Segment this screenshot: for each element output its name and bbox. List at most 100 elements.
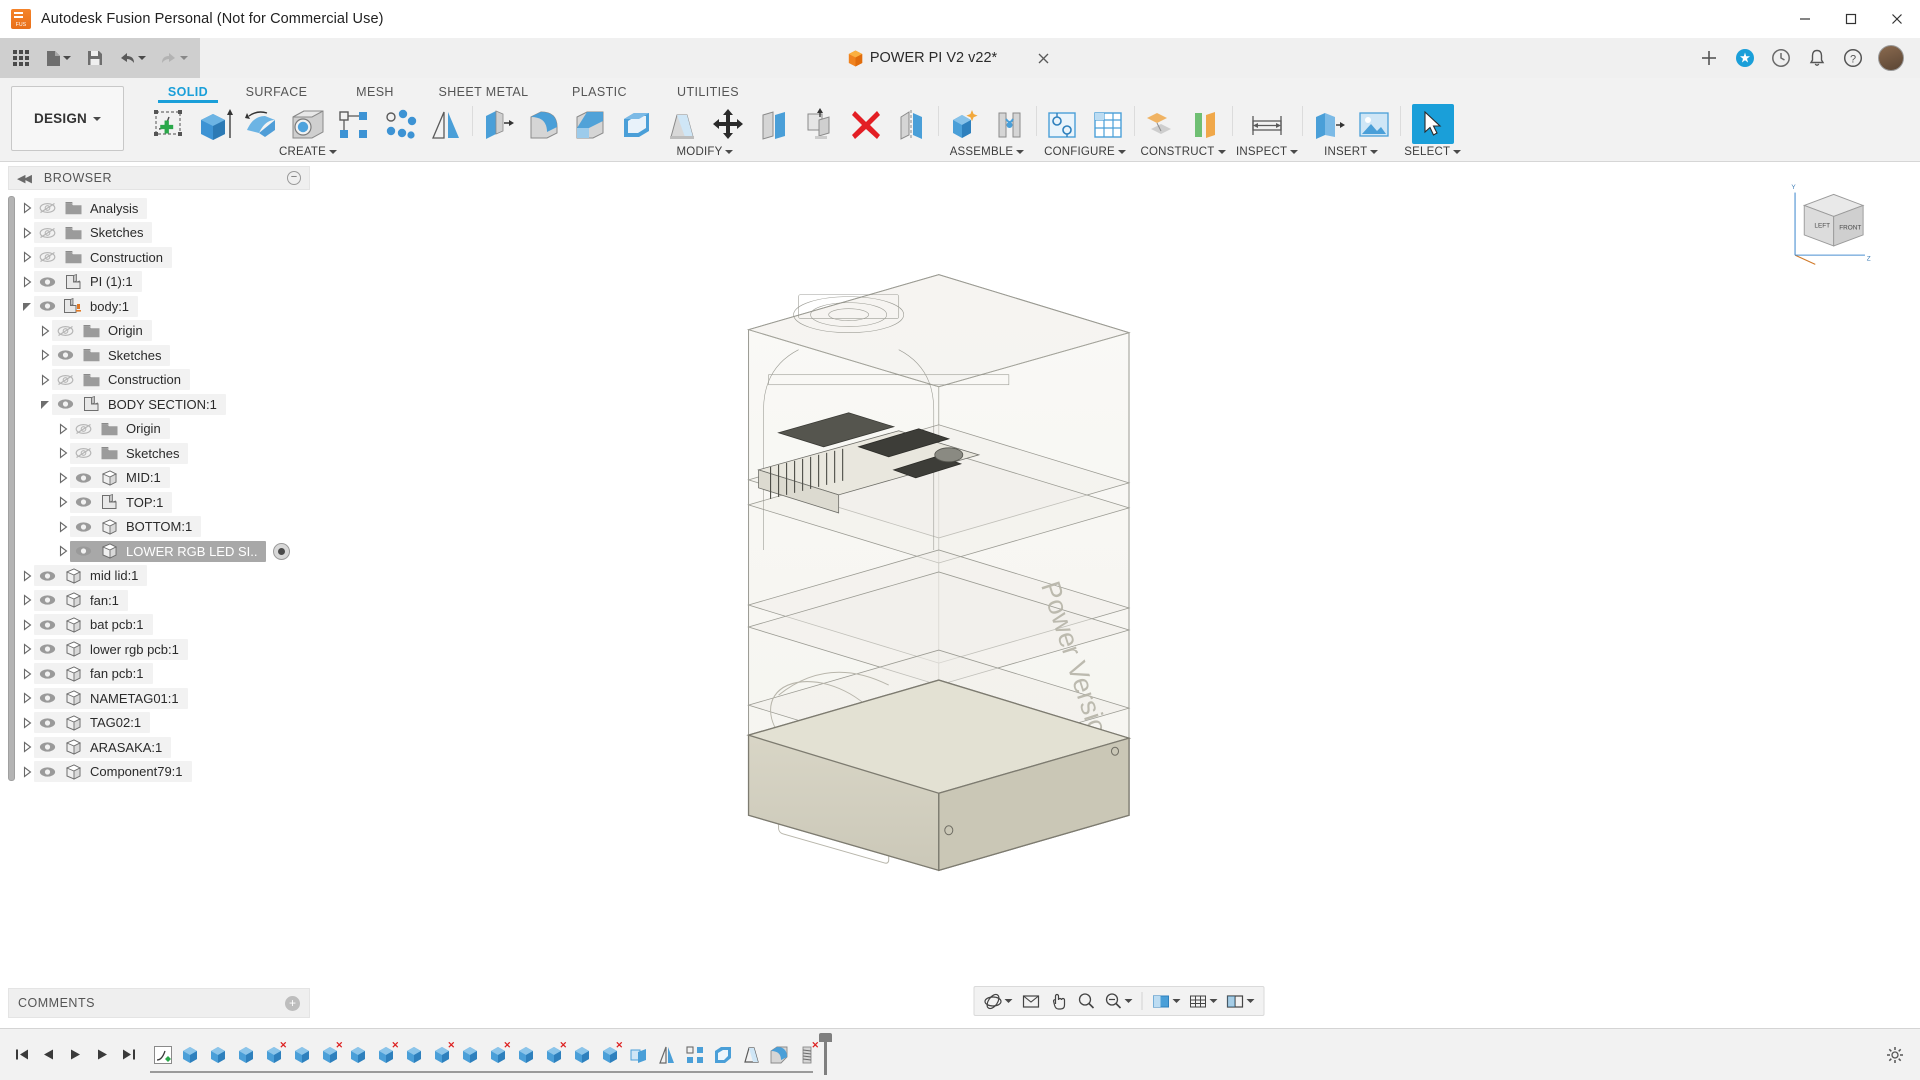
timeline-feature[interactable] bbox=[654, 1040, 680, 1070]
browser-row[interactable]: fan pcb:1 bbox=[0, 662, 318, 687]
browser-row-body[interactable]: body:1 bbox=[34, 295, 139, 317]
expand-triangle-closed-icon[interactable] bbox=[20, 740, 34, 754]
panel-label-create[interactable]: CREATE bbox=[279, 146, 337, 158]
eye-visible-icon[interactable] bbox=[52, 398, 78, 410]
expand-triangle-closed-icon[interactable] bbox=[20, 226, 34, 240]
add-tab-icon[interactable] bbox=[1698, 47, 1720, 69]
tab-mesh[interactable]: MESH bbox=[329, 85, 421, 102]
browser-row-body[interactable]: Origin bbox=[52, 320, 152, 342]
rectangular-pattern-button[interactable] bbox=[332, 104, 376, 146]
undo-icon[interactable] bbox=[112, 42, 152, 74]
browser-row-body[interactable]: LOWER RGB LED SI.. bbox=[70, 540, 267, 562]
display-settings-icon[interactable] bbox=[1149, 988, 1184, 1014]
eye-visible-icon[interactable] bbox=[34, 619, 60, 631]
eye-visible-icon[interactable] bbox=[70, 496, 96, 508]
design-canvas[interactable]: Power Version 2 LEFT FRONT Y Z bbox=[318, 162, 1920, 1028]
bell-icon[interactable] bbox=[1806, 47, 1828, 69]
eye-visible-icon[interactable] bbox=[34, 276, 60, 288]
expand-triangle-closed-icon[interactable] bbox=[38, 373, 52, 387]
timeline-feature[interactable] bbox=[290, 1040, 316, 1070]
offset-plane-button[interactable] bbox=[1138, 104, 1182, 146]
workspace-selector[interactable]: DESIGN bbox=[11, 86, 124, 151]
panel-label-insert[interactable]: INSERT bbox=[1324, 146, 1379, 158]
timeline-feature[interactable]: ✕ bbox=[318, 1040, 344, 1070]
tab-close-icon[interactable] bbox=[1037, 52, 1050, 65]
eye-visible-icon[interactable] bbox=[70, 472, 96, 484]
browser-row[interactable]: Origin bbox=[0, 319, 318, 344]
timeline-feature[interactable] bbox=[150, 1040, 176, 1070]
fillet-button[interactable] bbox=[522, 104, 566, 146]
browser-row-body[interactable]: mid lid:1 bbox=[34, 565, 148, 587]
expand-triangle-closed-icon[interactable] bbox=[20, 716, 34, 730]
create-sketch-button[interactable] bbox=[148, 104, 192, 146]
browser-row-body[interactable]: fan:1 bbox=[34, 589, 128, 611]
new-component-button[interactable] bbox=[942, 104, 986, 146]
browser-row[interactable]: fan:1 bbox=[0, 588, 318, 613]
eye-hidden-icon[interactable] bbox=[34, 227, 60, 239]
browser-row-body[interactable]: Sketches bbox=[34, 222, 153, 244]
new-file-icon[interactable] bbox=[38, 42, 78, 74]
expand-triangle-closed-icon[interactable] bbox=[20, 765, 34, 779]
app-grid-icon[interactable] bbox=[6, 42, 36, 74]
timeline-feature[interactable] bbox=[710, 1040, 736, 1070]
expand-triangle-closed-icon[interactable] bbox=[20, 618, 34, 632]
expand-triangle-closed-icon[interactable] bbox=[56, 422, 70, 436]
eye-visible-icon[interactable] bbox=[34, 594, 60, 606]
timeline-feature[interactable] bbox=[738, 1040, 764, 1070]
extensions-icon[interactable] bbox=[1734, 47, 1756, 69]
panel-label-construct[interactable]: CONSTRUCT bbox=[1141, 146, 1226, 158]
expand-triangle-closed-icon[interactable] bbox=[56, 495, 70, 509]
browser-row[interactable]: Component79:1 bbox=[0, 760, 318, 785]
eye-hidden-icon[interactable] bbox=[70, 423, 96, 435]
expand-triangle-closed-icon[interactable] bbox=[20, 569, 34, 583]
more-options-button[interactable] bbox=[273, 542, 291, 560]
timeline-settings-icon[interactable] bbox=[1882, 1040, 1908, 1070]
eye-hidden-icon[interactable] bbox=[70, 447, 96, 459]
timeline-feature[interactable]: ✕ bbox=[262, 1040, 288, 1070]
expand-triangle-closed-icon[interactable] bbox=[20, 250, 34, 264]
move-copy-button[interactable] bbox=[706, 104, 750, 146]
timeline-features[interactable]: ✕ ✕ ✕ ✕ ✕ ✕ ✕ ✕ bbox=[150, 1032, 832, 1075]
document-tab[interactable]: POWER PI V2 v22* bbox=[200, 50, 1698, 67]
collapse-left-icon[interactable]: ◀◀ bbox=[17, 172, 32, 185]
timeline-feature[interactable]: ✕ bbox=[430, 1040, 456, 1070]
timeline-feature[interactable] bbox=[682, 1040, 708, 1070]
eye-hidden-icon[interactable] bbox=[34, 251, 60, 263]
expand-triangle-closed-icon[interactable] bbox=[20, 667, 34, 681]
skip-start-icon[interactable] bbox=[8, 1040, 34, 1070]
eye-visible-icon[interactable] bbox=[34, 741, 60, 753]
eye-visible-icon[interactable] bbox=[34, 717, 60, 729]
browser-row[interactable]: Sketches bbox=[0, 441, 318, 466]
chamfer-button[interactable] bbox=[568, 104, 612, 146]
browser-row[interactable]: Construction bbox=[0, 245, 318, 270]
browser-row-body[interactable]: Component79:1 bbox=[34, 761, 192, 783]
timeline-feature[interactable]: ✕ bbox=[542, 1040, 568, 1070]
browser-row[interactable]: lower rgb pcb:1 bbox=[0, 637, 318, 662]
model-3d-view[interactable]: Power Version 2 bbox=[318, 162, 1920, 1028]
browser-row-body[interactable]: Sketches bbox=[70, 442, 189, 464]
timeline-feature[interactable] bbox=[458, 1040, 484, 1070]
eye-hidden-icon[interactable] bbox=[52, 374, 78, 386]
minimize-icon[interactable] bbox=[1782, 0, 1828, 38]
browser-row-body[interactable]: TOP:1 bbox=[70, 491, 173, 513]
job-status-icon[interactable] bbox=[1770, 47, 1792, 69]
select-tool-button[interactable] bbox=[1411, 104, 1454, 144]
browser-row[interactable]: TOP:1 bbox=[0, 490, 318, 515]
zoom-window-icon[interactable] bbox=[1102, 988, 1136, 1014]
expand-triangle-closed-icon[interactable] bbox=[20, 642, 34, 656]
look-at-icon[interactable] bbox=[1018, 988, 1044, 1014]
browser-row-body[interactable]: lower rgb pcb:1 bbox=[34, 638, 188, 660]
eye-visible-icon[interactable] bbox=[34, 643, 60, 655]
panel-label-configure[interactable]: CONFIGURE bbox=[1044, 146, 1126, 158]
eye-visible-icon[interactable] bbox=[52, 349, 78, 361]
eye-visible-icon[interactable] bbox=[34, 692, 60, 704]
timeline-feature[interactable] bbox=[346, 1040, 372, 1070]
orbit-icon[interactable] bbox=[981, 988, 1016, 1014]
eye-visible-icon[interactable] bbox=[70, 521, 96, 533]
expand-triangle-closed-icon[interactable] bbox=[38, 348, 52, 362]
revolve-button[interactable] bbox=[240, 104, 284, 146]
browser-row[interactable]: TAG02:1 bbox=[0, 711, 318, 736]
grid-snaps-icon[interactable] bbox=[1186, 988, 1221, 1014]
browser-row[interactable]: LOWER RGB LED SI.. bbox=[0, 539, 318, 564]
extrude-button[interactable] bbox=[194, 104, 238, 146]
